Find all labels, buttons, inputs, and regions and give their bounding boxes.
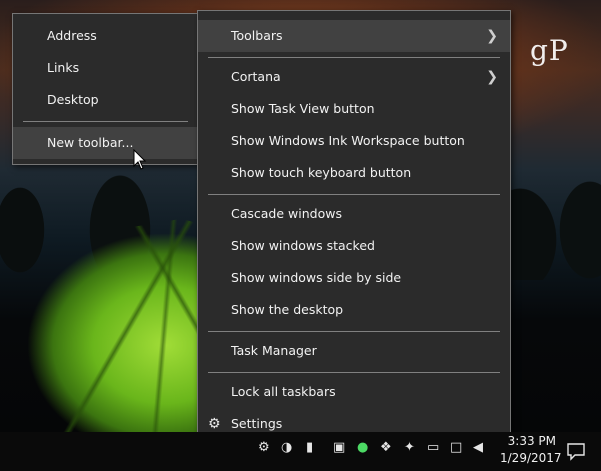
menu-item-show-desktop[interactable]: Show the desktop (198, 294, 510, 326)
clock-date: 1/29/2017 (500, 451, 562, 465)
menu-item-show-task-view[interactable]: Show Task View button (198, 93, 510, 125)
submenu-item-address[interactable]: Address (13, 20, 198, 52)
app-icon[interactable]: ▣ (333, 440, 345, 455)
menu-separator (208, 194, 500, 195)
volume-icon[interactable]: ◀ (473, 440, 483, 455)
network-icon[interactable]: □ (450, 440, 462, 455)
submenu-item-new-toolbar[interactable]: New toolbar... (13, 127, 198, 159)
menu-item-task-manager[interactable]: Task Manager (198, 335, 510, 367)
submenu-item-desktop[interactable]: Desktop (13, 84, 198, 116)
menu-separator (208, 372, 500, 373)
settings-icon[interactable]: ⚙ (258, 440, 270, 455)
taskbar-clock[interactable]: 3:33 PM 1/29/2017 (500, 433, 562, 467)
usb-icon[interactable]: ▭ (427, 440, 439, 455)
menu-item-label: Settings (231, 416, 283, 431)
menu-item-toolbars[interactable]: Toolbars ❯ (198, 20, 510, 52)
watermark-logo: gP (530, 34, 569, 67)
menu-separator (208, 331, 500, 332)
menu-item-cascade-windows[interactable]: Cascade windows (198, 198, 510, 230)
menu-item-windows-stacked[interactable]: Show windows stacked (198, 230, 510, 262)
dropbox-icon[interactable]: ❖ (380, 440, 392, 455)
chevron-right-icon: ❯ (486, 28, 498, 44)
messenger-icon[interactable]: ● (357, 440, 368, 455)
menu-item-windows-side-by-side[interactable]: Show windows side by side (198, 262, 510, 294)
action-center-icon[interactable] (565, 440, 587, 462)
taskbar-context-menu: Toolbars ❯ Cortana ❯ Show Task View butt… (197, 10, 511, 447)
bluetooth-icon[interactable]: ✦ (404, 440, 415, 455)
menu-separator (208, 57, 500, 58)
menu-item-label: Toolbars (231, 28, 283, 43)
menu-item-lock-taskbars[interactable]: Lock all taskbars (198, 376, 510, 408)
submenu-separator (23, 121, 188, 122)
menu-item-label: Cortana (231, 69, 281, 84)
menu-item-show-touch-keyboard[interactable]: Show touch keyboard button (198, 157, 510, 189)
menu-item-show-ink-workspace[interactable]: Show Windows Ink Workspace button (198, 125, 510, 157)
chevron-right-icon: ❯ (486, 69, 498, 85)
menu-item-cortana[interactable]: Cortana ❯ (198, 61, 510, 93)
toolbars-submenu: Address Links Desktop New toolbar... (12, 13, 199, 170)
clock-time: 3:33 PM (507, 434, 556, 448)
battery-icon[interactable]: ▮ (306, 440, 313, 455)
shield-icon[interactable]: ◑ (281, 440, 292, 455)
mouse-cursor-icon (133, 149, 147, 170)
submenu-item-links[interactable]: Links (13, 52, 198, 84)
